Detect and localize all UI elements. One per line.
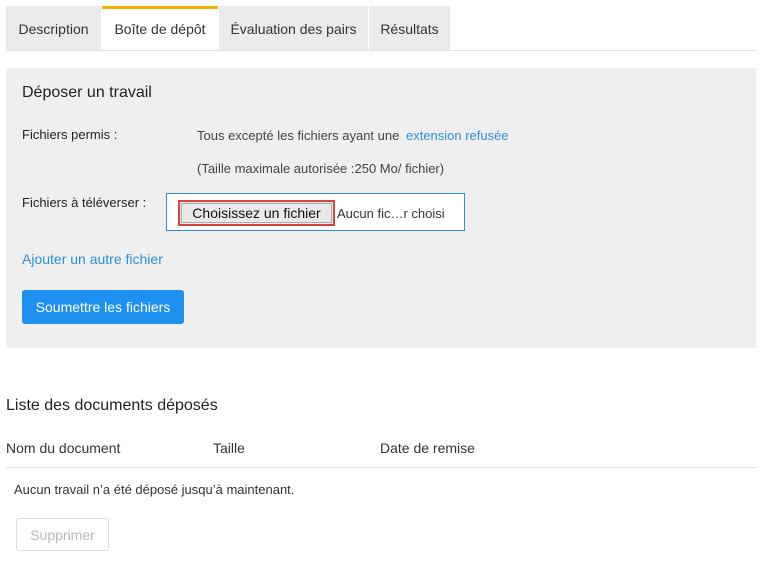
upload-panel: Déposer un travail Fichiers permis : Tou… bbox=[6, 68, 756, 348]
column-header-document-name: Nom du document bbox=[6, 440, 121, 456]
allowed-files-label: Fichiers permis : bbox=[22, 127, 118, 142]
tab-drop-box[interactable]: Boîte de dépôt bbox=[102, 6, 218, 50]
tab-description[interactable]: Description bbox=[6, 6, 101, 50]
choose-file-button[interactable]: Choisissez un fichier bbox=[178, 200, 335, 226]
allowed-files-text: Tous excepté les fichiers ayant une exte… bbox=[197, 128, 509, 143]
add-another-file-link[interactable]: Ajouter un autre fichier bbox=[22, 251, 163, 267]
file-input[interactable]: Choisissez un fichier Aucun fic…r choisi bbox=[166, 193, 465, 231]
tab-results[interactable]: Résultats bbox=[369, 6, 450, 50]
column-header-size: Taille bbox=[213, 440, 245, 456]
no-file-chosen-text: Aucun fic…r choisi bbox=[337, 206, 445, 221]
tab-bar: Description Boîte de dépôt Évaluation de… bbox=[6, 6, 756, 51]
max-size-note: (Taille maximale autorisée :250 Mo/ fich… bbox=[197, 161, 445, 176]
table-divider bbox=[6, 467, 756, 468]
column-header-submission-date: Date de remise bbox=[380, 440, 475, 456]
refused-extension-link[interactable]: extension refusée bbox=[406, 128, 509, 143]
allowed-files-description: Tous excepté les fichiers ayant une bbox=[197, 128, 400, 143]
delete-button[interactable]: Supprimer bbox=[16, 518, 109, 551]
files-to-upload-label: Fichiers à téléverser : bbox=[22, 195, 147, 210]
tab-peer-review[interactable]: Évaluation des pairs bbox=[219, 6, 368, 50]
documents-list-title: Liste des documents déposés bbox=[6, 397, 218, 414]
upload-title: Déposer un travail bbox=[22, 84, 152, 101]
submit-files-button[interactable]: Soumettre les fichiers bbox=[22, 290, 184, 324]
empty-list-message: Aucun travail n’a été déposé jusqu’à mai… bbox=[14, 482, 295, 497]
